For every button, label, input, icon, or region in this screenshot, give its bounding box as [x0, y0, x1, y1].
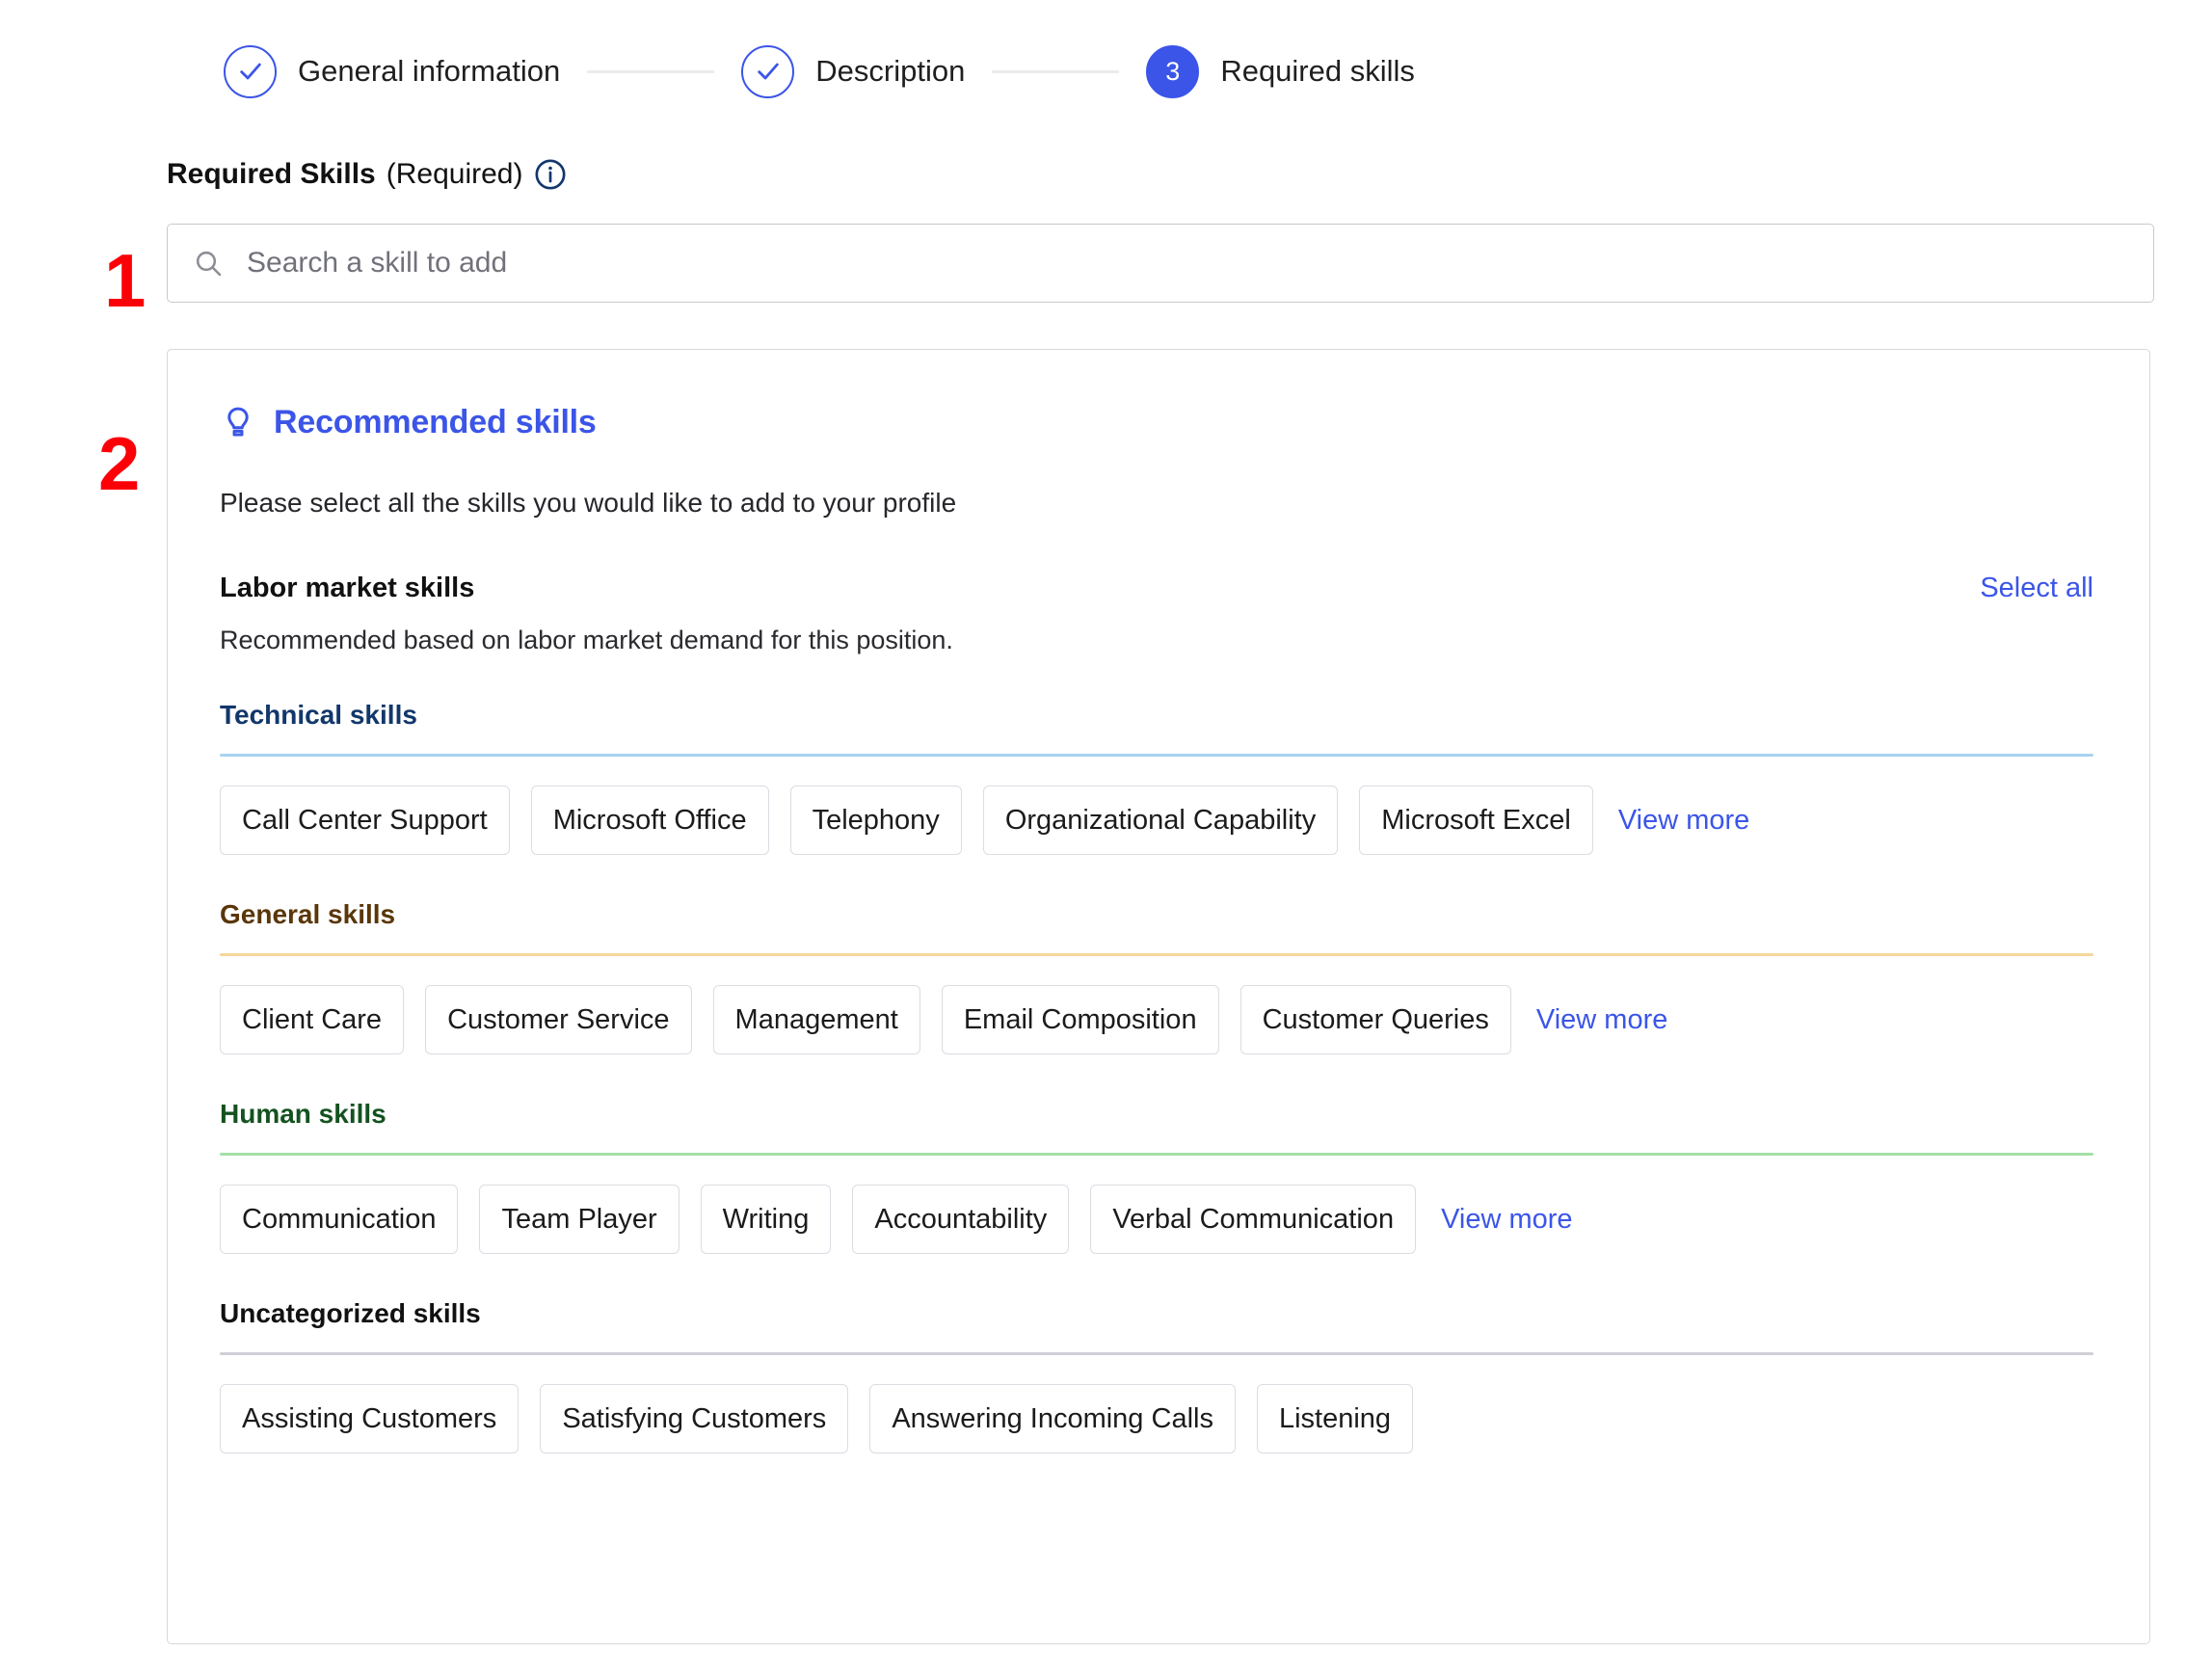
skill-chip[interactable]: Assisting Customers — [220, 1384, 520, 1453]
chip-list-technical: Call Center Support Microsoft Office Tel… — [220, 786, 2093, 855]
recommended-skills-card: Recommended skills Please select all the… — [167, 349, 2150, 1644]
skill-chip[interactable]: Organizational Capability — [982, 786, 1339, 855]
step-1-label: General information — [298, 54, 561, 88]
skill-chip[interactable]: Management — [712, 985, 920, 1054]
required-skills-field-label: Required Skills (Required) — [167, 152, 2212, 197]
category-rule-uncategorized — [220, 1352, 2093, 1355]
skill-search-box[interactable] — [167, 224, 2154, 303]
field-label-required-suffix: (Required) — [386, 158, 523, 190]
annotation-number-2: 2 — [98, 421, 141, 506]
chip-list-general: Client Care Customer Service Management … — [220, 985, 2093, 1054]
chip-list-human: Communication Team Player Writing Accoun… — [220, 1185, 2093, 1254]
step-1-circle — [224, 44, 277, 98]
skill-chip[interactable]: Writing — [700, 1185, 832, 1254]
labor-market-group-description: Recommended based on labor market demand… — [220, 626, 953, 654]
skill-chip[interactable]: Team Player — [479, 1185, 680, 1254]
recommended-skills-subtitle: Please select all the skills you would l… — [220, 488, 957, 518]
labor-market-group-header: Labor market skills Select all — [220, 573, 2093, 604]
category-rule-technical — [220, 754, 2093, 757]
lightbulb-icon — [220, 405, 256, 441]
category-rule-general — [220, 953, 2093, 956]
skill-chip[interactable]: Client Care — [220, 985, 405, 1054]
step-connector-2 — [992, 69, 1120, 73]
skill-category-human: Human skills Communication Team Player W… — [220, 1099, 2093, 1254]
skill-chip[interactable]: Verbal Communication — [1090, 1185, 1417, 1254]
chip-list-uncategorized: Assisting Customers Satisfying Customers… — [220, 1384, 2093, 1453]
skill-chip[interactable]: Accountability — [852, 1185, 1070, 1254]
skill-chip[interactable]: Answering Incoming Calls — [869, 1384, 1236, 1453]
skill-chip[interactable]: Customer Queries — [1239, 985, 1511, 1054]
category-title-human: Human skills — [220, 1099, 386, 1129]
skill-category-uncategorized: Uncategorized skills Assisting Customers… — [220, 1298, 2093, 1453]
step-3-number: 3 — [1165, 56, 1181, 86]
info-circle-icon[interactable] — [534, 158, 567, 191]
check-icon — [758, 63, 779, 80]
category-title-uncategorized: Uncategorized skills — [220, 1298, 481, 1328]
recommended-skills-header: Recommended skills — [220, 404, 2093, 441]
step-description[interactable]: Description — [741, 44, 966, 98]
skill-category-general: General skills Client Care Customer Serv… — [220, 899, 2093, 1054]
step-2-circle — [741, 44, 795, 98]
step-2-label: Description — [815, 54, 966, 88]
skill-chip[interactable]: Satisfying Customers — [540, 1384, 849, 1453]
skill-chip[interactable]: Email Composition — [941, 985, 1219, 1054]
step-3-label: Required skills — [1220, 54, 1415, 88]
annotation-number-1: 1 — [104, 238, 147, 323]
check-icon — [239, 63, 261, 80]
step-general-information[interactable]: General information — [224, 44, 561, 98]
skill-chip[interactable]: Customer Service — [425, 985, 692, 1054]
category-title-general: General skills — [220, 899, 396, 929]
step-connector-1 — [587, 69, 715, 73]
wizard-stepper: General information Description 3 Requir… — [0, 0, 2212, 116]
skill-chip[interactable]: Call Center Support — [220, 786, 510, 855]
select-all-link[interactable]: Select all — [1980, 573, 2093, 604]
category-rule-human — [220, 1153, 2093, 1156]
field-label-title: Required Skills — [167, 158, 376, 190]
recommended-skills-title: Recommended skills — [274, 404, 597, 440]
skill-chip[interactable]: Communication — [220, 1185, 459, 1254]
skill-chip[interactable]: Microsoft Office — [530, 786, 769, 855]
step-3-circle: 3 — [1146, 44, 1200, 98]
view-more-link-general[interactable]: View more — [1536, 1004, 1667, 1036]
view-more-link-technical[interactable]: View more — [1618, 805, 1749, 837]
category-title-technical: Technical skills — [220, 700, 417, 730]
view-more-link-human[interactable]: View more — [1441, 1204, 1572, 1236]
labor-market-group-title: Labor market skills — [220, 573, 475, 603]
search-icon — [193, 248, 224, 279]
skill-chip[interactable]: Microsoft Excel — [1359, 786, 1593, 855]
skill-chip[interactable]: Telephony — [789, 786, 962, 855]
search-input[interactable] — [245, 225, 2128, 302]
skill-category-technical: Technical skills Call Center Support Mic… — [220, 700, 2093, 855]
skill-chip[interactable]: Listening — [1256, 1384, 1414, 1453]
step-required-skills[interactable]: 3 Required skills — [1146, 44, 1415, 98]
